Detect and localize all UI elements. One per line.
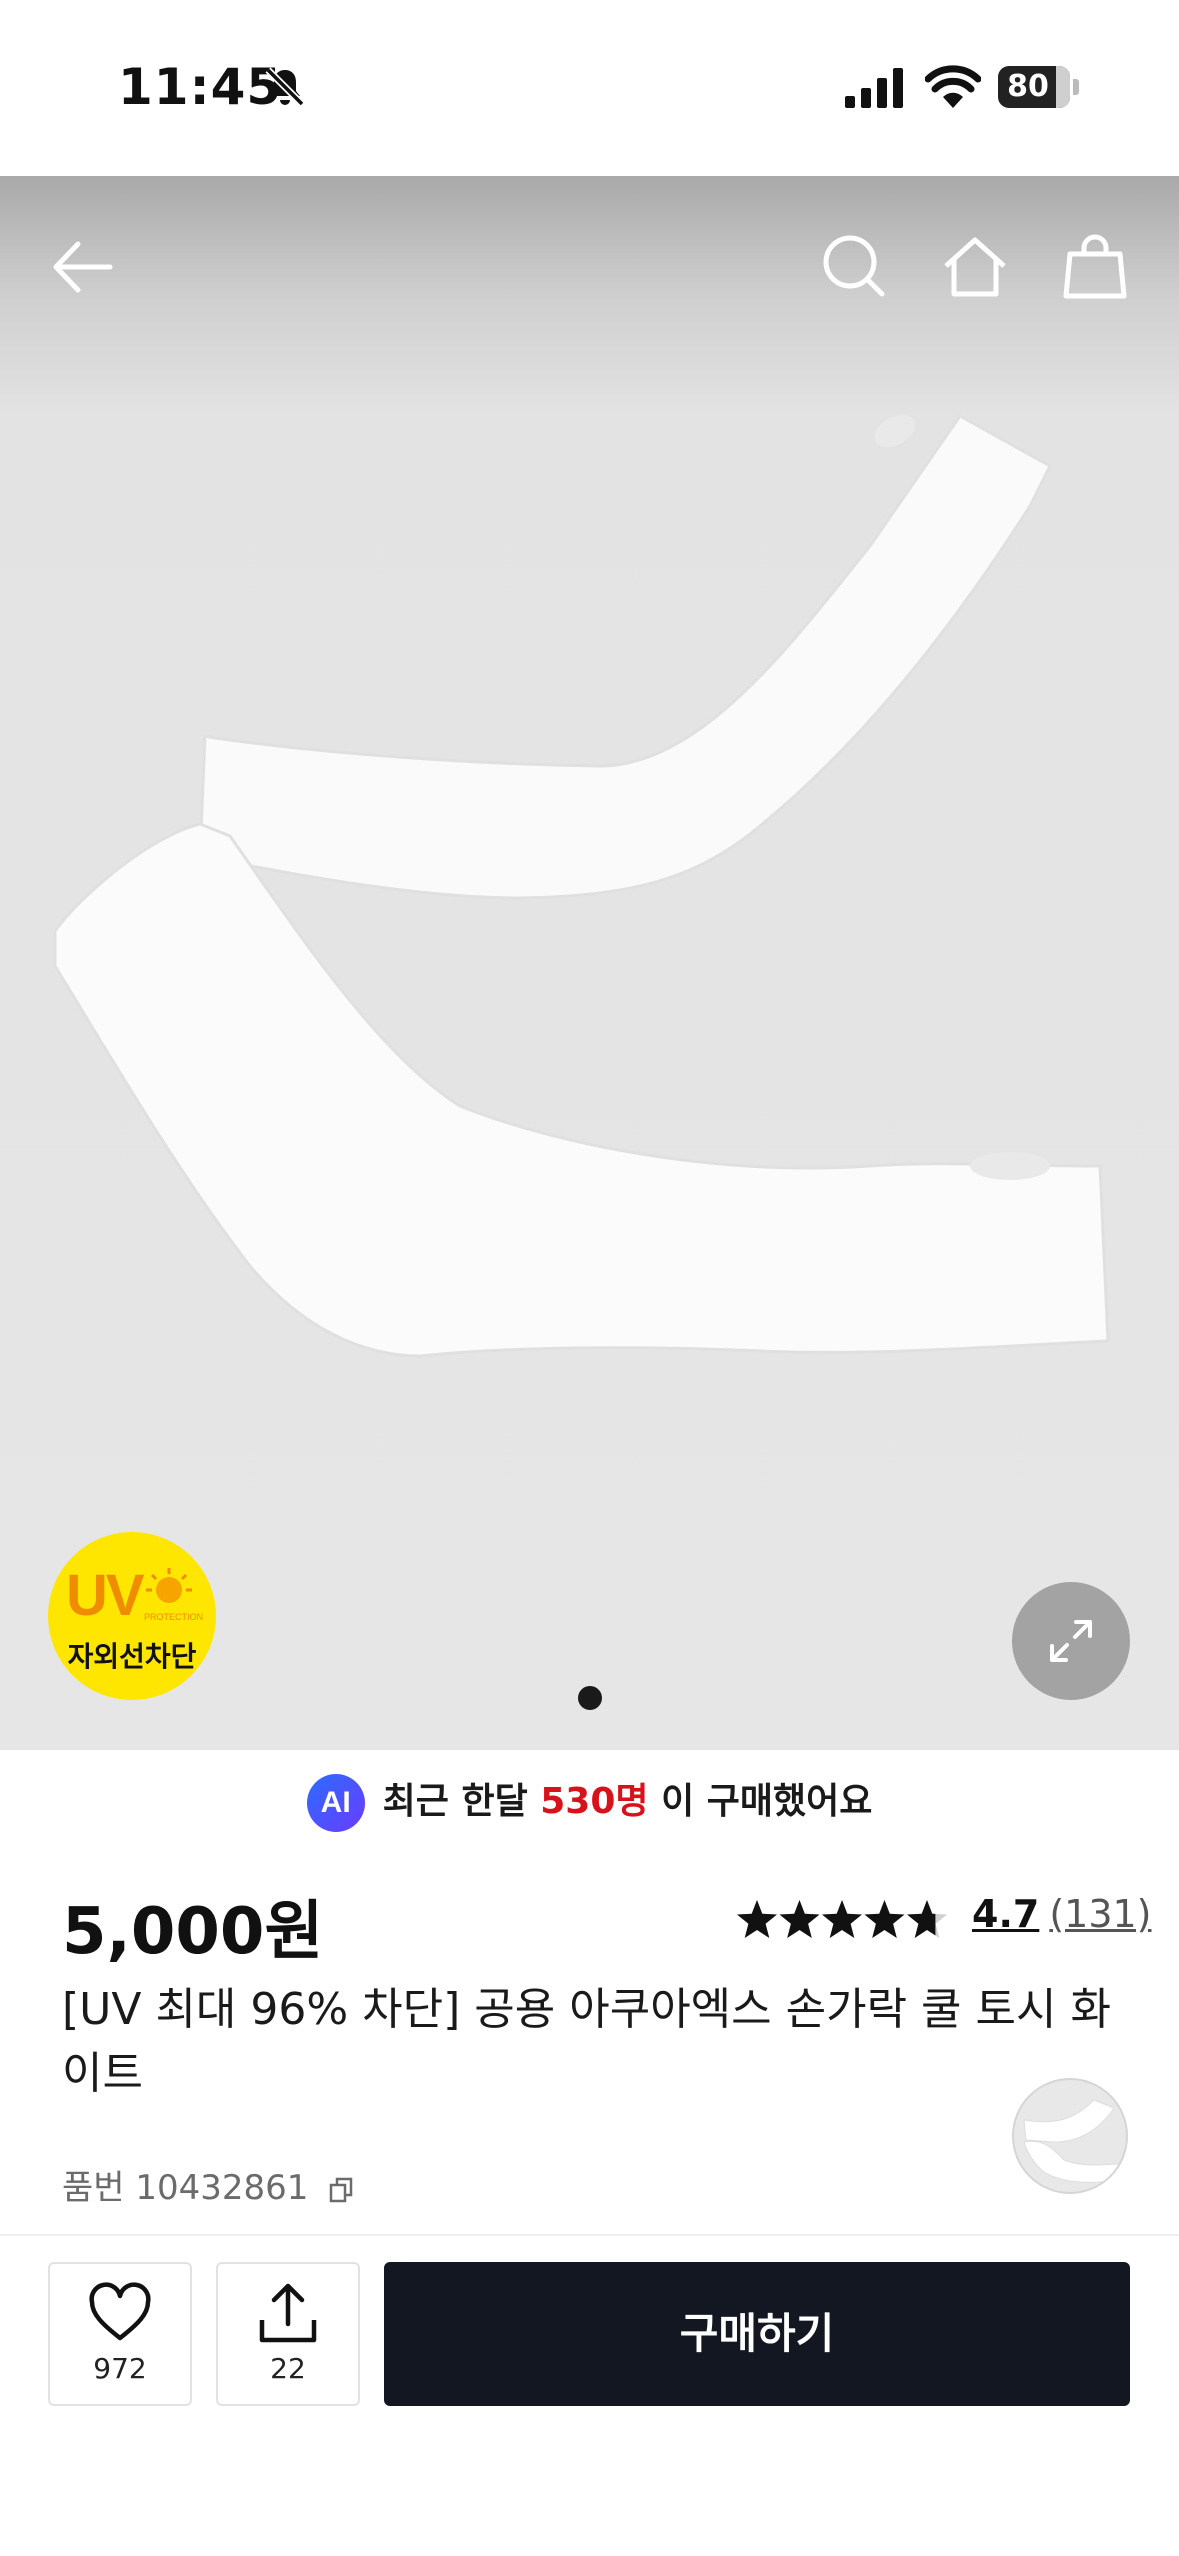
share-count: 22 — [270, 2352, 306, 2385]
ai-icon: AI — [306, 1774, 365, 1832]
silent-bell-icon — [265, 67, 305, 107]
copy-icon[interactable] — [329, 2177, 355, 2203]
uv-protection-badge: UV PROTECTION 자외선차단 — [48, 1532, 216, 1700]
like-count: 972 — [93, 2352, 147, 2385]
shopping-bag-icon[interactable] — [1060, 232, 1130, 302]
status-bar: 11:45 80 — [0, 0, 1179, 176]
sun-icon — [146, 1568, 192, 1603]
heart-icon — [89, 2282, 151, 2341]
uv-badge-main: UV — [66, 1563, 145, 1628]
uv-badge-label: 자외선차단 — [67, 1640, 197, 1673]
carousel-indicator-dot[interactable] — [578, 1686, 602, 1710]
like-button[interactable]: 972 — [48, 2262, 192, 2406]
sku-number: 10432861 — [135, 2168, 309, 2208]
ai-purchase-banner: AI 최근 한달 530명 이 구매했어요 — [0, 1772, 1179, 1832]
product-price: 5,000원 — [62, 1895, 324, 1969]
ai-banner-suffix: 이 구매했어요 — [661, 1781, 873, 1822]
battery-level: 80 — [1007, 69, 1049, 104]
star-icon — [737, 1900, 777, 1938]
status-time: 11:45 — [118, 58, 283, 116]
home-icon[interactable] — [940, 232, 1010, 302]
ai-banner-prefix: 최근 한달 — [382, 1781, 528, 1822]
product-image-carousel[interactable]: UV PROTECTION 자외선차단 — [0, 176, 1179, 1750]
rating-score: 4.7 — [972, 1892, 1040, 1936]
share-icon — [259, 2283, 317, 2343]
expand-icon — [1050, 1620, 1092, 1662]
star-icon — [864, 1900, 905, 1938]
bottom-bar-divider — [0, 2234, 1179, 2236]
sku-label: 품번 — [62, 2168, 125, 2208]
back-arrow-icon[interactable] — [48, 232, 118, 302]
rating-summary[interactable]: 4.7 (131) — [972, 1892, 1152, 1936]
star-rating[interactable] — [736, 1898, 948, 1942]
wifi-icon — [925, 65, 981, 108]
arm-sleeve-thumbnail-image — [1023, 2099, 1121, 2183]
star-icon — [779, 1900, 820, 1938]
product-title: [UV 최대 96% 차단] 공용 아쿠아엑스 손가락 쿨 토시 화이트 — [62, 1984, 1111, 2099]
uv-badge-small: PROTECTION — [144, 1612, 204, 1622]
cellular-signal-icon — [845, 68, 903, 108]
battery-indicator: 80 — [998, 66, 1080, 108]
review-count: (131) — [1049, 1892, 1152, 1936]
buy-button[interactable]: 구매하기 — [384, 2262, 1130, 2406]
search-icon[interactable] — [820, 232, 890, 302]
sku-row: 품번 10432861 — [62, 2160, 355, 2209]
product-thumbnail[interactable] — [1012, 2078, 1128, 2194]
arm-sleeve-image — [53, 414, 1110, 1358]
share-button[interactable]: 22 — [216, 2262, 360, 2406]
star-icon — [822, 1900, 862, 1938]
zoom-button[interactable] — [1012, 1582, 1130, 1700]
ai-banner-count: 530명 — [540, 1781, 649, 1822]
